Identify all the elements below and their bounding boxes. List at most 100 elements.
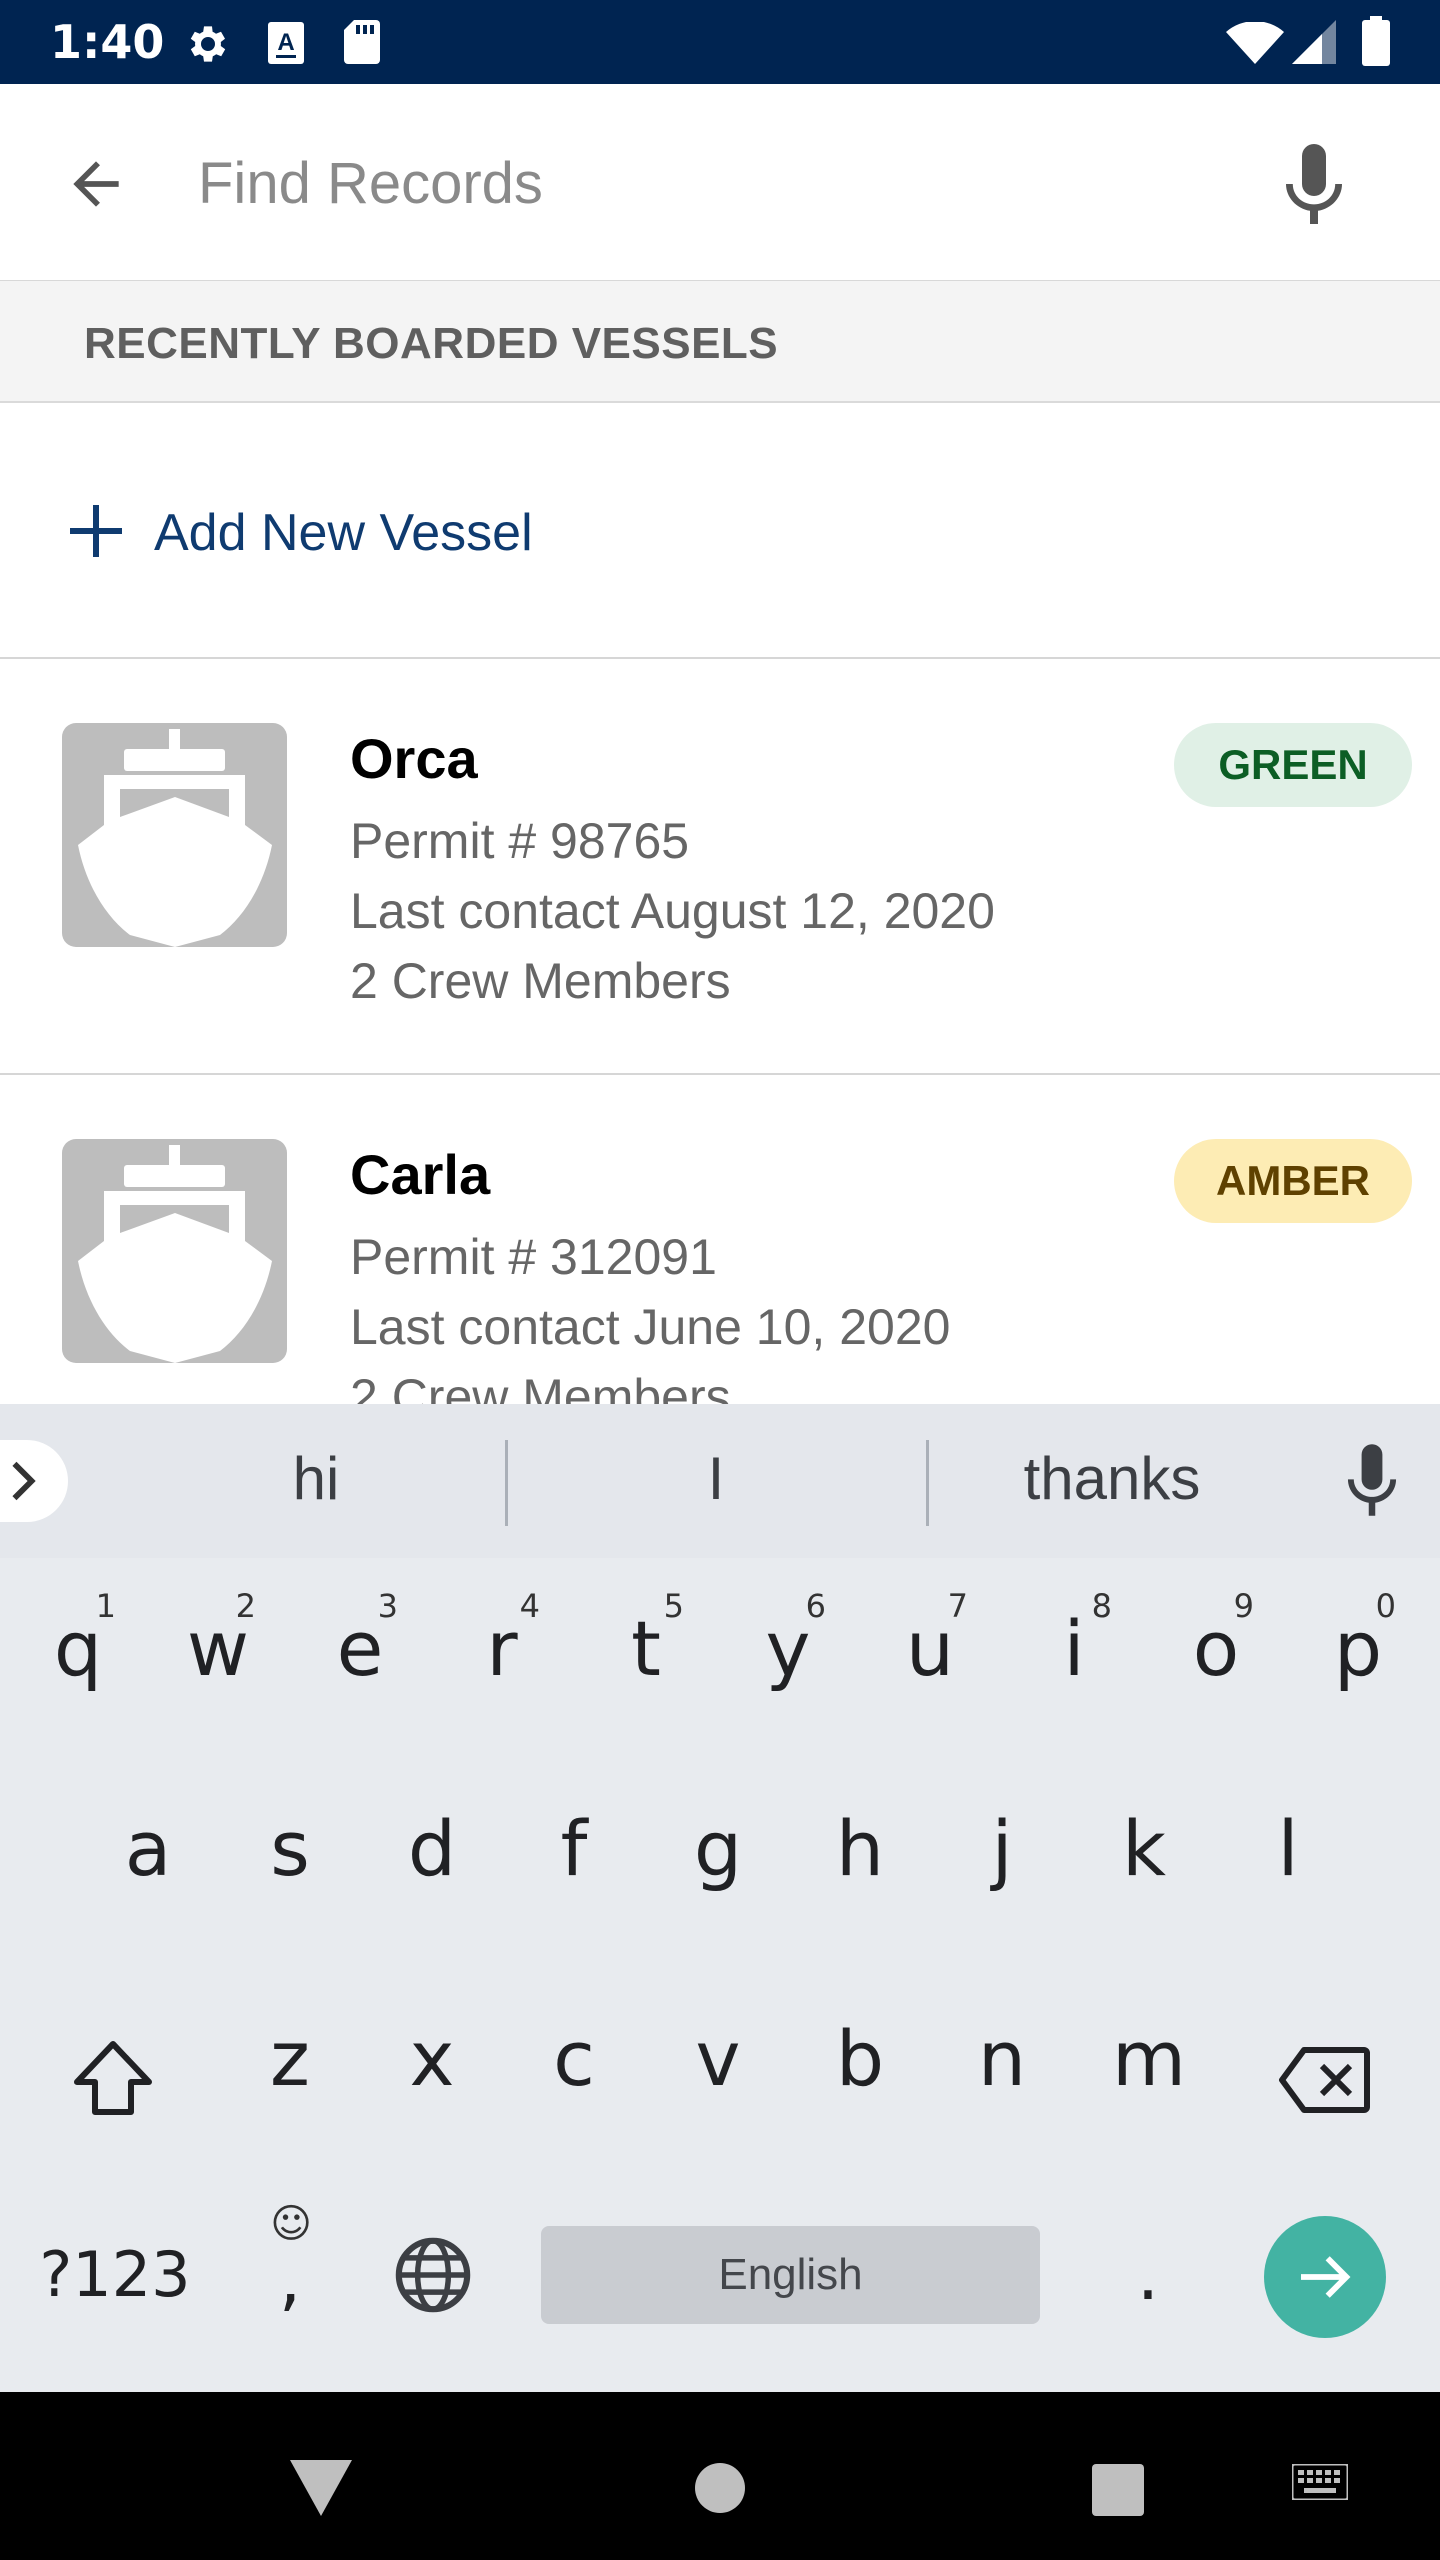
key-label: t xyxy=(631,1604,661,1693)
space-bar[interactable]: English xyxy=(541,2226,1040,2324)
back-triangle-icon[interactable] xyxy=(290,2460,352,2516)
search-input[interactable] xyxy=(196,140,1220,226)
key-d[interactable]: d xyxy=(392,1804,472,1894)
shift-icon[interactable] xyxy=(72,2040,154,2116)
suggestion-strip: hi I thanks xyxy=(0,1404,1440,1558)
microphone-icon[interactable] xyxy=(1282,144,1346,224)
key-hint: 3 xyxy=(377,1587,398,1625)
ship-icon xyxy=(78,1145,272,1363)
key-r[interactable]: r4 xyxy=(462,1588,542,1694)
vessel-permit: Permit # 98765 xyxy=(350,813,690,869)
key-f[interactable]: f xyxy=(534,1804,614,1894)
signal-icon xyxy=(1292,20,1336,64)
add-new-vessel-label: Add New Vessel xyxy=(154,504,533,562)
suggestion-divider xyxy=(505,1440,508,1526)
vessel-list-item[interactable]: Orca Permit # 98765 Last contact August … xyxy=(0,659,1440,1075)
key-t[interactable]: t5 xyxy=(606,1588,686,1694)
accessibility-a-icon: A xyxy=(268,22,304,64)
ship-icon xyxy=(78,729,272,947)
key-q[interactable]: q1 xyxy=(38,1588,118,1694)
status-time: 1:40 xyxy=(50,15,165,69)
arrow-right-icon xyxy=(1301,2256,1351,2298)
key-hint: 7 xyxy=(947,1587,968,1625)
sd-card-icon xyxy=(344,20,380,64)
back-arrow-icon[interactable] xyxy=(62,150,130,218)
key-h[interactable]: h xyxy=(820,1804,900,1894)
key-b[interactable]: b xyxy=(820,2014,900,2104)
key-hint: 9 xyxy=(1233,1587,1254,1625)
key-j[interactable]: j xyxy=(962,1804,1042,1894)
period-key[interactable]: . xyxy=(1108,2230,1188,2320)
key-label: o xyxy=(1192,1604,1240,1693)
key-m[interactable]: m xyxy=(1104,2014,1194,2104)
vessel-last-contact: Last contact June 10, 2020 xyxy=(350,1299,951,1355)
globe-icon[interactable] xyxy=(392,2234,474,2316)
key-hint: 1 xyxy=(95,1587,116,1625)
keyboard-switch-icon[interactable] xyxy=(1292,2464,1348,2500)
suggestion-2[interactable]: I xyxy=(616,1444,816,1514)
key-z[interactable]: z xyxy=(250,2014,330,2104)
key-hint: 6 xyxy=(805,1587,826,1625)
key-hint: 4 xyxy=(519,1587,540,1625)
key-o[interactable]: o9 xyxy=(1176,1588,1256,1694)
suggestion-3[interactable]: thanks xyxy=(992,1444,1232,1514)
key-hint: 2 xyxy=(235,1587,256,1625)
key-label: y xyxy=(765,1604,811,1693)
settings-icon xyxy=(190,26,226,62)
key-hint: 0 xyxy=(1375,1587,1396,1625)
comma-key[interactable]: , ☺ xyxy=(250,2204,330,2324)
home-circle-icon[interactable] xyxy=(694,2462,746,2514)
key-s[interactable]: s xyxy=(250,1804,330,1894)
key-i[interactable]: i8 xyxy=(1034,1588,1114,1694)
key-v[interactable]: v xyxy=(678,2014,758,2104)
suggestion-divider xyxy=(926,1440,929,1526)
key-n[interactable]: n xyxy=(962,2014,1042,2104)
battery-icon xyxy=(1362,16,1390,66)
status-badge: GREEN xyxy=(1174,723,1412,807)
navigation-bar xyxy=(0,2392,1440,2560)
key-u[interactable]: u7 xyxy=(890,1588,970,1694)
key-label: e xyxy=(336,1604,384,1693)
recents-square-icon[interactable] xyxy=(1092,2464,1144,2516)
section-header: RECENTLY BOARDED VESSELS xyxy=(0,281,1440,403)
enter-button[interactable] xyxy=(1264,2216,1386,2338)
vessel-last-contact: Last contact August 12, 2020 xyxy=(350,883,995,939)
expand-suggestions-button[interactable] xyxy=(0,1440,68,1522)
vessel-thumbnail xyxy=(62,723,287,947)
status-badge: AMBER xyxy=(1174,1139,1412,1223)
key-k[interactable]: k xyxy=(1104,1804,1184,1894)
suggestion-1[interactable]: hi xyxy=(216,1444,416,1514)
voice-input-icon[interactable] xyxy=(1346,1444,1398,1516)
key-label: r xyxy=(486,1604,518,1693)
vessel-crew-count: 2 Crew Members xyxy=(350,953,731,1009)
key-l[interactable]: l xyxy=(1248,1804,1328,1894)
key-e[interactable]: e3 xyxy=(320,1588,400,1694)
key-c[interactable]: c xyxy=(534,2014,614,2104)
vessel-name: Carla xyxy=(350,1143,491,1206)
key-hint: 8 xyxy=(1091,1587,1112,1625)
emoji-hint: ☺ xyxy=(270,2201,312,2247)
key-y[interactable]: y6 xyxy=(748,1588,828,1694)
symbols-key[interactable]: ?123 xyxy=(30,2230,200,2320)
vessel-name: Orca xyxy=(350,727,478,790)
vessel-thumbnail xyxy=(62,1139,287,1363)
key-p[interactable]: p0 xyxy=(1318,1588,1398,1694)
key-g[interactable]: g xyxy=(678,1804,758,1894)
section-title: RECENTLY BOARDED VESSELS xyxy=(84,319,779,368)
key-w[interactable]: w2 xyxy=(178,1588,258,1694)
status-bar: 1:40 A xyxy=(0,0,1440,84)
key-label: , xyxy=(278,2238,302,2320)
chevron-right-icon xyxy=(12,1461,36,1501)
key-label: i xyxy=(1063,1604,1085,1693)
backspace-icon[interactable] xyxy=(1278,2046,1370,2114)
key-a[interactable]: a xyxy=(108,1804,188,1894)
wifi-icon xyxy=(1226,22,1284,64)
svg-text:A: A xyxy=(277,29,294,56)
vessel-permit: Permit # 312091 xyxy=(350,1229,717,1285)
plus-icon xyxy=(70,505,122,557)
key-hint: 5 xyxy=(663,1587,684,1625)
search-bar xyxy=(0,84,1440,281)
add-new-vessel-button[interactable]: Add New Vessel xyxy=(0,403,1440,659)
soft-keyboard: hi I thanks q1 w2 e3 r4 t5 y6 u7 i8 o9 p… xyxy=(0,1404,1440,2392)
key-x[interactable]: x xyxy=(392,2014,472,2104)
